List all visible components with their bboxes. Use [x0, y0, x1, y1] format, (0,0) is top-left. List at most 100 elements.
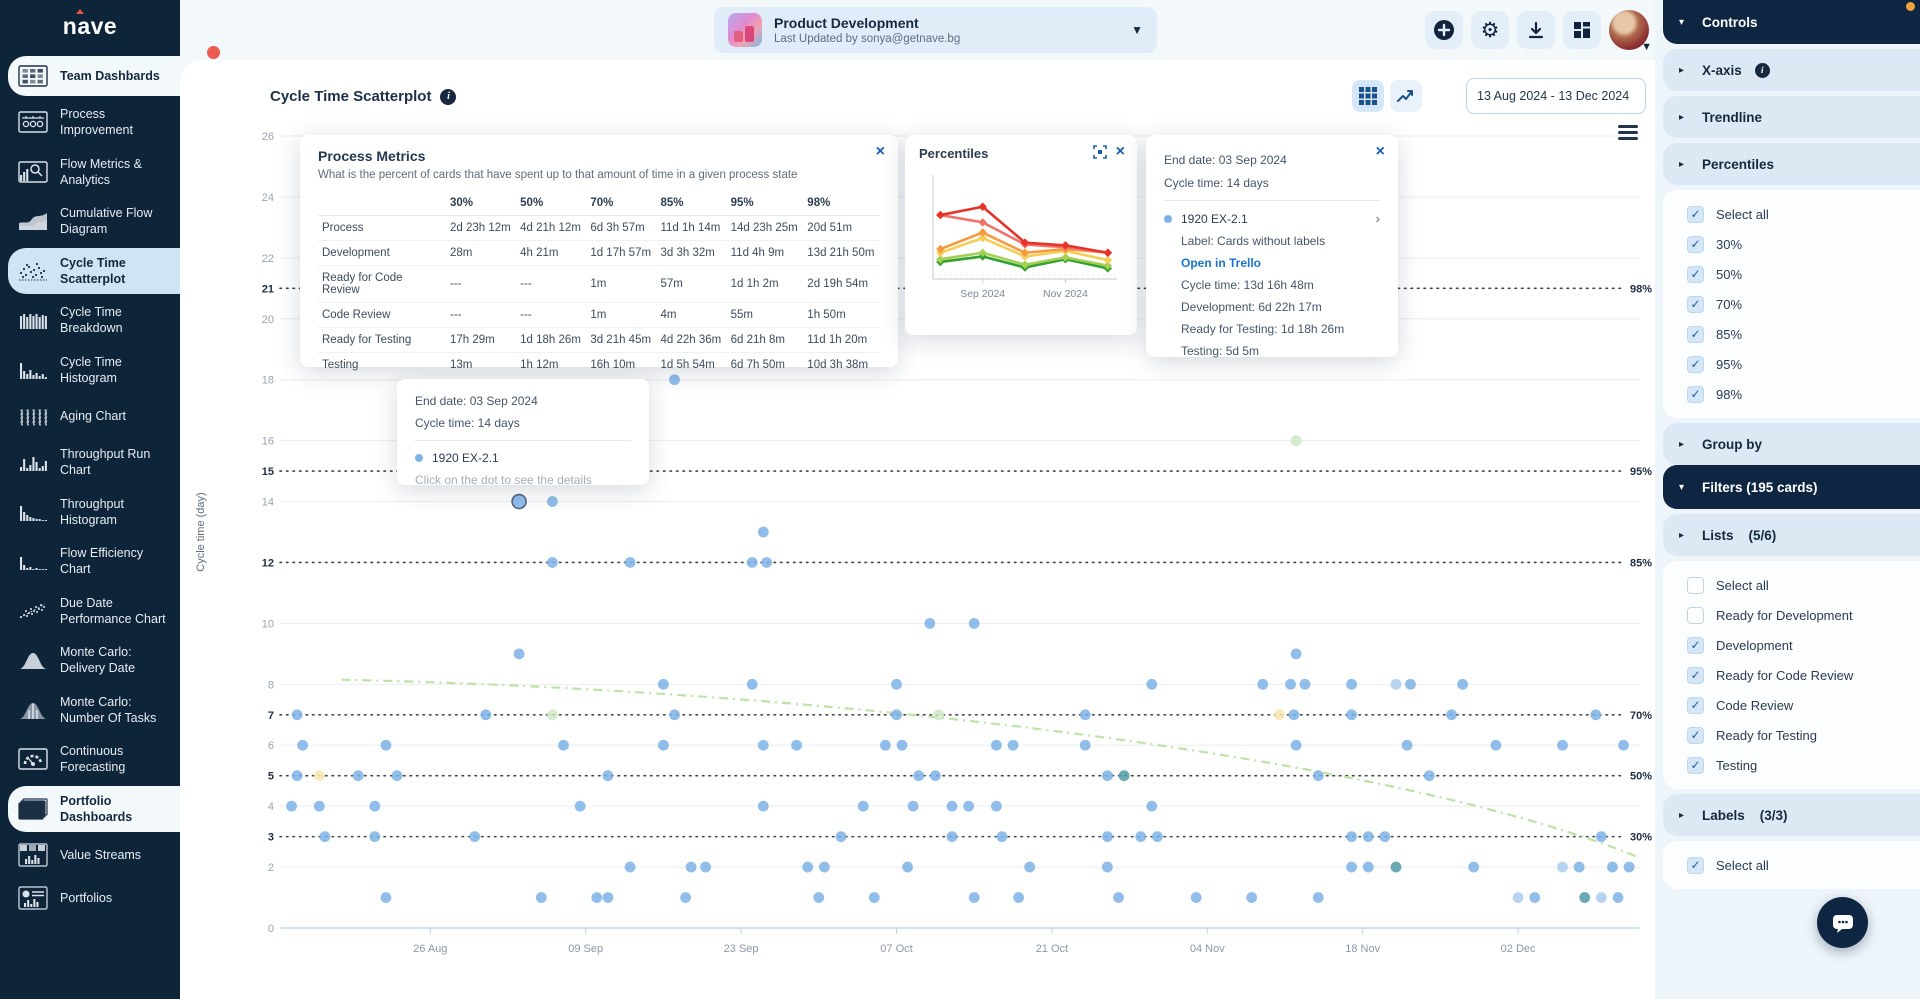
- data-point[interactable]: [819, 862, 830, 873]
- sidebar-item-portfolios[interactable]: Portfolios: [8, 878, 180, 918]
- data-point[interactable]: [1618, 740, 1629, 751]
- data-point[interactable]: [1391, 862, 1402, 873]
- data-point[interactable]: [802, 862, 813, 873]
- data-point[interactable]: [686, 862, 697, 873]
- data-point[interactable]: [1146, 679, 1157, 690]
- checkbox-list-select-all[interactable]: Select all: [1663, 570, 1920, 600]
- data-point[interactable]: [1080, 740, 1091, 751]
- data-point[interactable]: [924, 618, 935, 629]
- data-point[interactable]: [963, 801, 974, 812]
- data-point[interactable]: [947, 831, 958, 842]
- checked-checkbox-icon[interactable]: ✓: [1687, 637, 1704, 654]
- data-point[interactable]: [913, 770, 924, 781]
- checkbox-list-ready-for-development[interactable]: Ready for Development: [1663, 600, 1920, 630]
- data-point[interactable]: [1596, 892, 1607, 903]
- data-point[interactable]: [1152, 831, 1163, 842]
- checked-checkbox-icon[interactable]: ✓: [1687, 857, 1704, 874]
- data-point[interactable]: [1291, 648, 1302, 659]
- sidebar-item-portfolio-dashboards[interactable]: Portfolio Dashboards: [8, 786, 180, 833]
- data-point[interactable]: [1346, 679, 1357, 690]
- data-point[interactable]: [813, 892, 824, 903]
- sidebar-item-team-dashbards[interactable]: Team Dashbards: [8, 56, 180, 96]
- data-point[interactable]: [1557, 740, 1568, 751]
- data-point[interactable]: [1513, 892, 1524, 903]
- checkbox-percentile-95-[interactable]: ✓95%: [1663, 349, 1920, 379]
- data-point[interactable]: [836, 831, 847, 842]
- apps-button[interactable]: [1563, 11, 1601, 49]
- data-point[interactable]: [1613, 892, 1624, 903]
- data-point[interactable]: [625, 557, 636, 568]
- data-point[interactable]: [314, 770, 325, 781]
- data-point[interactable]: [603, 770, 614, 781]
- data-point[interactable]: [369, 801, 380, 812]
- checkbox-list-testing[interactable]: ✓Testing: [1663, 750, 1920, 780]
- data-point[interactable]: [536, 892, 547, 903]
- data-point[interactable]: [1346, 709, 1357, 720]
- data-point[interactable]: [1102, 862, 1113, 873]
- data-point[interactable]: [1363, 862, 1374, 873]
- checked-checkbox-icon[interactable]: ✓: [1687, 757, 1704, 774]
- data-point[interactable]: [547, 709, 558, 720]
- data-point[interactable]: [1424, 770, 1435, 781]
- data-point[interactable]: [1135, 831, 1146, 842]
- data-point[interactable]: [1300, 679, 1311, 690]
- data-point[interactable]: [369, 831, 380, 842]
- data-point[interactable]: [603, 892, 614, 903]
- sidebar-item-monte-carlo-delivery-date[interactable]: Monte Carlo: Delivery Date: [8, 637, 180, 684]
- data-point[interactable]: [381, 740, 392, 751]
- data-point[interactable]: [1313, 892, 1324, 903]
- data-point[interactable]: [1291, 740, 1302, 751]
- close-icon[interactable]: ×: [1116, 144, 1125, 160]
- data-point[interactable]: [758, 527, 769, 538]
- sidebar-item-value-streams[interactable]: Value Streams: [8, 835, 180, 875]
- data-point[interactable]: [908, 801, 919, 812]
- section-x-axis[interactable]: ▸ X-axis i: [1663, 49, 1920, 91]
- data-point[interactable]: [1346, 831, 1357, 842]
- data-point[interactable]: [514, 648, 525, 659]
- data-point[interactable]: [1257, 679, 1268, 690]
- sidebar-item-continuous-forecasting[interactable]: Continuous Forecasting: [8, 736, 180, 783]
- data-point[interactable]: [1080, 709, 1091, 720]
- data-point[interactable]: [1313, 770, 1324, 781]
- data-point[interactable]: [897, 740, 908, 751]
- data-point[interactable]: [297, 740, 308, 751]
- close-icon[interactable]: ×: [876, 144, 885, 160]
- sidebar-item-cycle-time-breakdown[interactable]: Cycle Time Breakdown: [8, 297, 180, 344]
- data-point[interactable]: [1102, 831, 1113, 842]
- data-point[interactable]: [761, 557, 772, 568]
- data-point[interactable]: [547, 496, 558, 507]
- sidebar-item-due-date-performance-chart[interactable]: Due Date Performance Chart: [8, 588, 180, 635]
- checked-checkbox-icon[interactable]: ✓: [1687, 356, 1704, 373]
- data-point[interactable]: [680, 892, 691, 903]
- section-group-by[interactable]: ▸ Group by: [1663, 423, 1920, 465]
- info-icon[interactable]: i: [1755, 63, 1770, 78]
- data-point[interactable]: [319, 831, 330, 842]
- data-point[interactable]: [997, 831, 1008, 842]
- nave-logo[interactable]: nave: [0, 0, 180, 52]
- data-point[interactable]: [880, 740, 891, 751]
- checked-checkbox-icon[interactable]: ✓: [1687, 236, 1704, 253]
- add-button[interactable]: [1425, 11, 1463, 49]
- data-point[interactable]: [930, 770, 941, 781]
- sidebar-item-flow-metrics-analytics[interactable]: Flow Metrics & Analytics: [8, 149, 180, 196]
- data-point[interactable]: [1008, 740, 1019, 751]
- data-point[interactable]: [1405, 679, 1416, 690]
- unchecked-checkbox-icon[interactable]: [1687, 577, 1704, 594]
- open-in-trello-link[interactable]: Open in Trello: [1181, 256, 1380, 270]
- sidebar-item-throughput-histogram[interactable]: Throughput Histogram: [8, 489, 180, 536]
- checkbox-percentile-30-[interactable]: ✓30%: [1663, 229, 1920, 259]
- checked-checkbox-icon[interactable]: ✓: [1687, 667, 1704, 684]
- data-point[interactable]: [558, 740, 569, 751]
- card-name-row[interactable]: 1920 EX-2.1 ›: [1164, 211, 1380, 226]
- data-point[interactable]: [658, 679, 669, 690]
- data-point[interactable]: [1596, 831, 1607, 842]
- data-point[interactable]: [292, 709, 303, 720]
- data-point[interactable]: [1446, 709, 1457, 720]
- checked-checkbox-icon[interactable]: ✓: [1687, 206, 1704, 223]
- data-point[interactable]: [1146, 801, 1157, 812]
- sidebar-item-cycle-time-histogram[interactable]: Cycle Time Histogram: [8, 347, 180, 394]
- data-point[interactable]: [1624, 862, 1635, 873]
- data-point[interactable]: [1529, 892, 1540, 903]
- data-point[interactable]: [791, 740, 802, 751]
- section-trendline[interactable]: ▸ Trendline: [1663, 96, 1920, 138]
